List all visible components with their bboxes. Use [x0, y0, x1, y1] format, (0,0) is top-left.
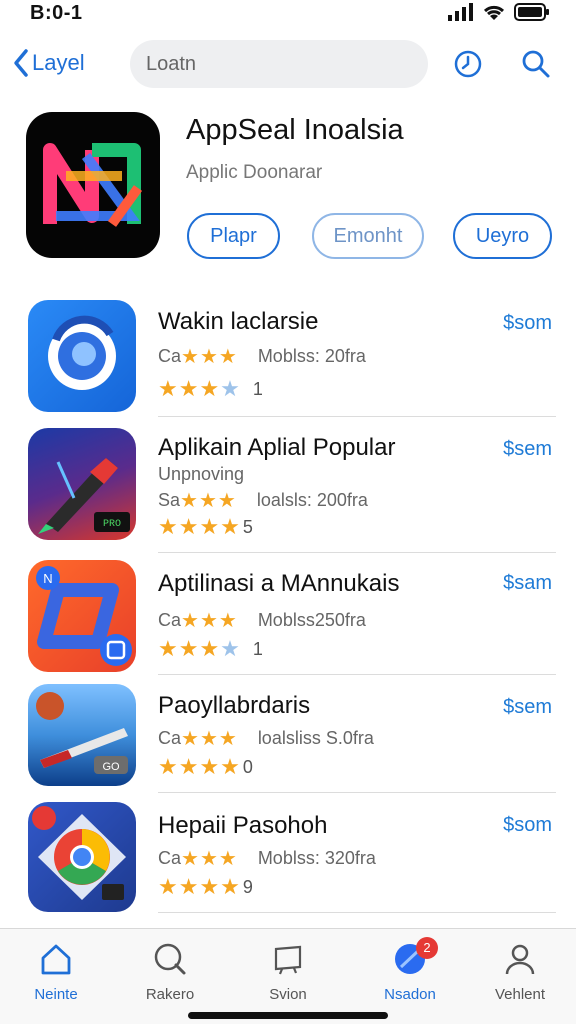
hero-button-3[interactable]: Ueyro	[453, 213, 552, 259]
app-icon-chrome[interactable]	[28, 802, 136, 912]
svg-text:GO: GO	[102, 761, 120, 773]
meta-text: Moblss: 320fra	[257, 848, 376, 868]
clock-icon[interactable]	[452, 48, 484, 80]
tab-label: Nsadon	[384, 986, 436, 1003]
search-input[interactable]	[130, 40, 428, 88]
svg-text:N: N	[43, 571, 52, 586]
app-meta: Sa ★★★ loalsls: 200fra	[158, 488, 368, 513]
meta-stars: ★★★	[181, 610, 238, 632]
tab-updates[interactable]: 2 Nsadon	[360, 937, 460, 1003]
battery-icon	[514, 3, 549, 21]
price-button[interactable]: $som	[503, 312, 552, 335]
rating: ★★★★ 5	[158, 514, 253, 540]
meta-text: loalsliss S.0fra	[257, 728, 374, 748]
app-name: Wakin laclarsie	[158, 308, 319, 335]
meta-text: loalsls: 200fra	[256, 490, 368, 510]
app-icon-pen[interactable]: PRO	[28, 428, 136, 540]
rating-stars: ★★★★	[158, 514, 241, 539]
app-icon-sea[interactable]: GO	[28, 684, 136, 786]
meta-prefix: Sa	[158, 490, 181, 510]
divider	[158, 912, 556, 913]
app-meta: Ca ★★★ Moblss: 320fra	[158, 846, 376, 871]
divider	[158, 552, 556, 553]
search-icon[interactable]	[520, 48, 552, 80]
featured-app-icon[interactable]	[26, 112, 160, 258]
person-icon	[505, 944, 535, 975]
meta-prefix: Ca	[158, 728, 182, 748]
rating-stars-empty: ★	[220, 376, 241, 401]
rating-stars: ★★★	[158, 376, 221, 401]
app-icon-browser[interactable]	[28, 300, 136, 412]
wifi-icon	[483, 5, 505, 20]
rating: ★★★★ 9	[158, 874, 253, 900]
tab-label: Neinte	[34, 986, 78, 1003]
divider	[158, 674, 556, 675]
rating-value: 1	[252, 378, 263, 399]
tab-account[interactable]: Vehlent	[470, 941, 570, 1003]
meta-stars: ★★★	[181, 346, 238, 368]
tab-home[interactable]: Neinte	[6, 941, 106, 1003]
rating: ★★★ ★ 1	[158, 636, 263, 662]
rating: ★★★★ 0	[158, 754, 253, 780]
app-name: Aplikain Aplial Popular	[158, 434, 396, 461]
tab-box[interactable]: Svion	[238, 941, 338, 1003]
notification-badge: 2	[416, 937, 438, 959]
box-icon	[274, 945, 302, 975]
app-name: Aptilinasi a MAnnukais	[158, 570, 400, 597]
featured-app-subtitle: Applic Doonarar	[186, 162, 323, 183]
rating: ★★★ ★ 1	[158, 376, 263, 402]
rating-stars-empty: ★	[220, 636, 241, 661]
rating-value: 0	[242, 756, 253, 777]
divider	[158, 792, 556, 793]
app-meta: Ca ★★★ loalsliss S.0fra	[158, 726, 374, 751]
status-icons	[448, 3, 550, 21]
tab-label: Vehlent	[494, 986, 546, 1003]
rating-value: 5	[242, 516, 253, 537]
rating-stars: ★★★★	[158, 754, 241, 779]
price-button[interactable]: $som	[503, 814, 552, 837]
meta-stars: ★★★	[180, 490, 237, 512]
search-icon	[154, 943, 186, 975]
meta-stars: ★★★	[181, 728, 238, 750]
divider	[158, 416, 556, 417]
rating-value: 1	[252, 638, 263, 659]
price-button[interactable]: $sem	[503, 438, 552, 461]
status-bar: B:0-1	[0, 0, 576, 30]
tab-bar: Neinte Rakero Svion 2 Nsadon Vehlent	[0, 928, 576, 1024]
price-button[interactable]: $sem	[503, 696, 552, 719]
rating-stars: ★★★★	[158, 874, 241, 899]
meta-prefix: Ca	[158, 610, 182, 630]
app-name: Hepaii Pasohoh	[158, 812, 328, 839]
app-description: Unpnoving	[158, 464, 245, 484]
nav-bar: Layel	[0, 38, 576, 90]
chevron-left-icon	[14, 49, 28, 77]
app-meta: Ca ★★★ Moblss250fra	[158, 608, 366, 633]
tab-search[interactable]: Rakero	[120, 941, 220, 1003]
price-button[interactable]: $sam	[503, 572, 552, 595]
meta-prefix: Ca	[158, 346, 182, 366]
signal-icon	[448, 3, 473, 21]
home-icon	[41, 944, 71, 975]
hero-button-2[interactable]: Emonht	[312, 213, 424, 259]
back-label: Layel	[32, 50, 85, 75]
tab-label: Rakero	[145, 986, 195, 1003]
home-indicator[interactable]	[188, 1012, 388, 1019]
meta-prefix: Ca	[158, 848, 182, 868]
meta-text: Moblss250fra	[257, 610, 366, 630]
svg-text:PRO: PRO	[103, 519, 121, 530]
meta-stars: ★★★	[181, 848, 238, 870]
featured-app-title: AppSeal Inoalsia	[186, 114, 404, 146]
tab-label: Svion	[269, 986, 307, 1003]
status-time: B:0-1	[30, 2, 83, 24]
app-meta: Ca ★★★ Moblss: 20fra	[158, 344, 366, 369]
app-name: Paoyllabrdaris	[158, 692, 311, 719]
back-button[interactable]: Layel	[12, 48, 85, 78]
app-icon-frame[interactable]: N	[28, 560, 136, 672]
rating-stars: ★★★	[158, 636, 221, 661]
hero-button-1[interactable]: Plapr	[187, 213, 280, 259]
meta-text: Moblss: 20fra	[257, 346, 366, 366]
rating-value: 9	[242, 876, 253, 897]
